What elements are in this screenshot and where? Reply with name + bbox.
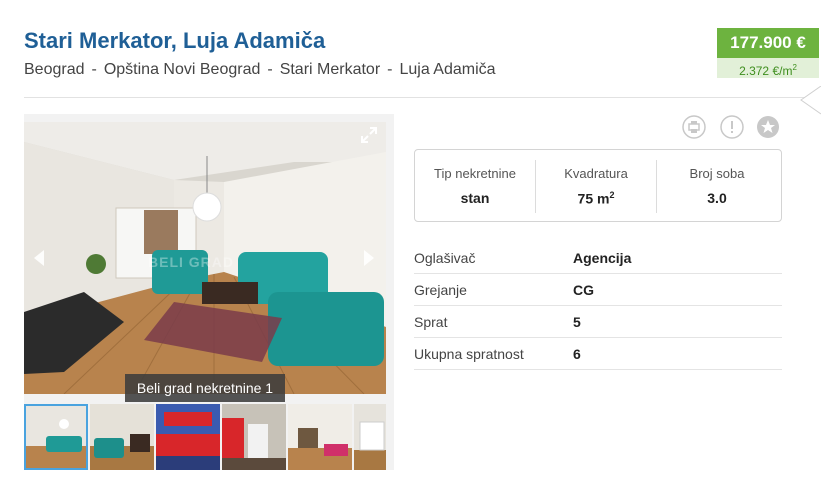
thumbnail-image: [222, 404, 286, 470]
thumbnail-image: [156, 404, 220, 470]
thumbnail-6[interactable]: [354, 404, 386, 470]
photo-caption: Beli grad nekretnine 1: [125, 374, 285, 402]
fact-label: Tip nekretnine: [434, 166, 516, 181]
detail-value: 6: [573, 346, 581, 362]
fact-rooms: Broj soba 3.0: [657, 150, 777, 223]
price-per-m2-value: 2.372 €/m: [739, 64, 793, 78]
detail-value: CG: [573, 282, 594, 298]
breadcrumb-item-municipality[interactable]: Opština Novi Beograd: [104, 61, 261, 78]
fact-area: Kvadratura 75 m2: [536, 150, 656, 223]
breadcrumb-separator: -: [267, 61, 273, 78]
detail-value: Agencija: [573, 250, 632, 266]
fact-property-type: Tip nekretnine stan: [415, 150, 535, 223]
detail-row-floor: Sprat 5: [414, 306, 782, 338]
thumbnail-2[interactable]: [90, 404, 154, 470]
detail-row-advertiser: Oglašivač Agencija: [414, 242, 782, 274]
breadcrumb-separator: -: [91, 61, 97, 78]
previous-photo-arrow-icon[interactable]: [30, 248, 50, 268]
breadcrumb: Beograd - Opština Novi Beograd - Stari Merka…: [24, 61, 496, 79]
detail-key: Sprat: [414, 314, 448, 330]
header-divider: [24, 97, 814, 98]
favorite-star-icon[interactable]: [756, 115, 780, 139]
breadcrumb-item-street[interactable]: Luja Adamiča: [399, 61, 495, 78]
next-photo-arrow-icon[interactable]: [358, 248, 378, 268]
thumbnail-5[interactable]: [288, 404, 352, 470]
detail-key: Oglašivač: [414, 250, 476, 266]
fact-label: Broj soba: [689, 166, 745, 181]
report-icon[interactable]: [720, 115, 744, 139]
print-icon[interactable]: [682, 115, 706, 139]
side-panel-tab[interactable]: [800, 86, 821, 116]
thumbnail-3[interactable]: [156, 404, 220, 470]
main-photo[interactable]: BELI GRAD: [24, 122, 386, 394]
thumbnail-1[interactable]: [24, 404, 88, 470]
detail-value: 5: [573, 314, 581, 330]
thumbnail-4[interactable]: [222, 404, 286, 470]
fact-area-value: 75 m: [577, 190, 610, 207]
detail-key: Grejanje: [414, 282, 467, 298]
listing-actions: [682, 115, 782, 141]
breadcrumb-separator: -: [387, 61, 393, 78]
thumbnail-image: [288, 404, 352, 470]
price-box: 177.900 € 2.372 €/m2: [717, 28, 819, 78]
detail-key: Ukupna spratnost: [414, 346, 524, 362]
fact-area-exponent: 2: [609, 190, 615, 200]
details-table: Oglašivač Agencija Grejanje CG Sprat 5 U…: [414, 242, 782, 370]
thumbnail-strip: [24, 404, 386, 470]
breadcrumb-item-city[interactable]: Beograd: [24, 61, 85, 78]
price-per-m2: 2.372 €/m2: [717, 58, 819, 78]
listing-title: Stari Merkator, Luja Adamiča: [24, 28, 326, 53]
breadcrumb-item-neighborhood[interactable]: Stari Merkator: [280, 61, 380, 78]
detail-row-heating: Grejanje CG: [414, 274, 782, 306]
price: 177.900 €: [717, 28, 819, 58]
photo-watermark: BELI GRAD: [148, 254, 234, 270]
fact-value: stan: [460, 190, 490, 206]
fact-label: Kvadratura: [564, 166, 628, 181]
expand-fullscreen-icon[interactable]: [360, 126, 378, 144]
key-facts-box: Tip nekretnine stan Kvadratura 75 m2 Bro…: [414, 149, 782, 222]
detail-row-total-floors: Ukupna spratnost 6: [414, 338, 782, 370]
thumbnail-image: [354, 404, 386, 470]
fact-value: 75 m2: [536, 190, 656, 207]
fact-value: 3.0: [707, 190, 727, 206]
thumbnail-image: [26, 406, 86, 468]
price-per-m2-exponent: 2: [792, 63, 797, 72]
thumbnail-image: [90, 404, 154, 470]
